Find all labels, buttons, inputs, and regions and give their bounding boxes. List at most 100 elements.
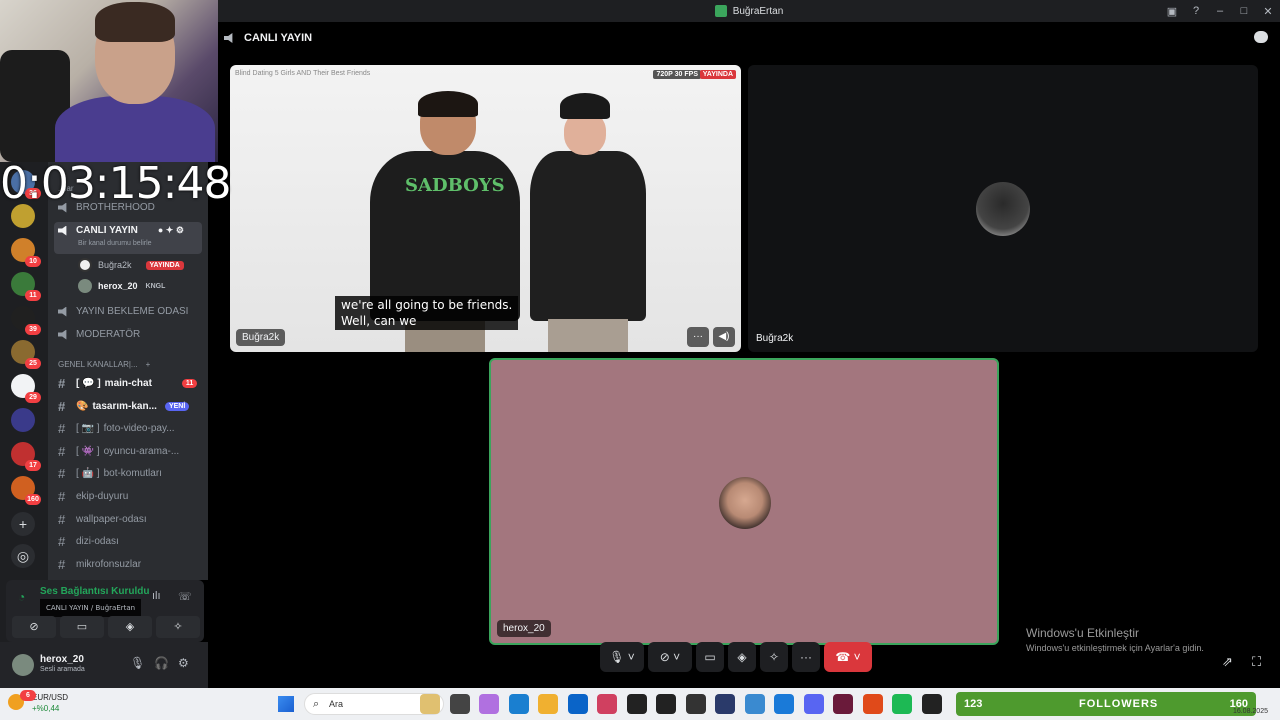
folder-icon[interactable] bbox=[538, 694, 558, 714]
streamer-name: Buğra2k bbox=[236, 329, 286, 346]
epic-games-icon[interactable] bbox=[656, 694, 676, 714]
live-badge: YAYINDA bbox=[145, 260, 184, 270]
text-channel-item[interactable]: # mikrofonsuzlar bbox=[58, 557, 141, 572]
server-icon[interactable]: 10 bbox=[11, 238, 41, 267]
activity-button[interactable]: ◈ bbox=[108, 616, 152, 638]
volume-icon[interactable]: ◀) bbox=[713, 327, 735, 347]
maximize-button[interactable]: □ bbox=[1232, 5, 1256, 17]
help-icon[interactable]: ? bbox=[1184, 5, 1208, 17]
text-channel-item[interactable]: # [ 👾 ] oyuncu-arama-... bbox=[58, 444, 179, 459]
participant-tile-speaking[interactable]: herox_20 bbox=[489, 358, 999, 645]
unread-badge: 11 bbox=[181, 379, 198, 388]
task-view-icon[interactable] bbox=[449, 694, 470, 714]
close-button[interactable]: ✕ bbox=[1256, 5, 1280, 18]
file-explorer-icon[interactable] bbox=[420, 694, 440, 714]
opera-icon[interactable] bbox=[626, 694, 647, 714]
outlook-icon[interactable] bbox=[597, 694, 617, 714]
noise-suppression-icon[interactable]: ılı bbox=[152, 590, 161, 602]
voice-channel-canli-yayin[interactable]: CANLI YAYIN ● ✦ ⚙ bbox=[58, 225, 184, 236]
username[interactable]: herox_20 bbox=[40, 654, 84, 665]
text-channel-item[interactable]: # 🎨 tasarım-kan... YENİ bbox=[58, 399, 190, 414]
hash-icon: # bbox=[58, 511, 66, 527]
microphone-icon[interactable]: 🎙 bbox=[130, 656, 145, 670]
text-channel-item[interactable]: # [ 💬 ] main-chat 11 bbox=[58, 376, 198, 391]
text-channel-item[interactable]: # ekip-duyuru bbox=[58, 489, 128, 504]
speaker-icon bbox=[58, 329, 67, 340]
fullscreen-icon[interactable]: ⛶ bbox=[1252, 654, 1261, 670]
channel-settings-icon[interactable]: ● ✦ ⚙ bbox=[158, 225, 184, 236]
voice-member[interactable]: Buğra2k YAYINDA bbox=[78, 258, 184, 272]
server-icon[interactable]: 39 bbox=[11, 306, 41, 335]
camera-button[interactable]: ⊘ ˅ bbox=[648, 642, 692, 672]
chat-bubble-icon[interactable] bbox=[1254, 31, 1268, 43]
stream-video-title: Blind Dating 5 Girls AND Their Best Frie… bbox=[235, 70, 371, 77]
stream-tile[interactable]: Blind Dating 5 Girls AND Their Best Frie… bbox=[230, 65, 741, 352]
headphones-icon[interactable]: 🎧 bbox=[154, 656, 169, 670]
camera-off-button[interactable]: ⊘ bbox=[12, 616, 56, 638]
server-icon[interactable]: 160 bbox=[11, 476, 41, 505]
server-icon[interactable]: 25 bbox=[11, 340, 41, 369]
add-server-icon[interactable]: + bbox=[11, 512, 35, 536]
discover-icon[interactable]: ◎ bbox=[11, 544, 35, 568]
more-options-icon[interactable]: ··· bbox=[687, 327, 709, 347]
channel-status[interactable]: Bir kanal durumu belirle bbox=[78, 240, 152, 247]
windows-start-icon[interactable] bbox=[278, 696, 294, 712]
voice-channel-path[interactable]: CANLI YAYIN / BuğraErtan bbox=[40, 599, 142, 617]
text-channel-item[interactable]: # wallpaper-odası bbox=[58, 512, 147, 527]
inbox-icon[interactable]: ▣ bbox=[1160, 5, 1184, 18]
voice-member[interactable]: herox_20 KNGL bbox=[78, 279, 165, 293]
pop-out-icon[interactable]: ⇗ bbox=[1222, 654, 1233, 670]
server-icon[interactable]: 11 bbox=[11, 272, 41, 301]
server-icon[interactable]: 29 bbox=[11, 374, 41, 403]
server-icon[interactable]: 17 bbox=[11, 442, 41, 471]
text-channel-item[interactable]: # [ 📷 ] foto-video-pay... bbox=[58, 421, 175, 436]
discord-icon[interactable] bbox=[803, 694, 824, 714]
channel-list: ...lar BROTHERHOOD CANLI YAYIN ● ✦ ⚙ Bir … bbox=[48, 160, 208, 580]
brave-icon[interactable] bbox=[862, 694, 883, 714]
capcut-icon[interactable] bbox=[715, 694, 735, 714]
screen-share-button[interactable]: ▭ bbox=[696, 642, 724, 672]
avatar bbox=[78, 258, 92, 272]
store-icon[interactable] bbox=[567, 694, 588, 714]
app-icon[interactable] bbox=[685, 694, 706, 714]
channel-name: foto-video-pay... bbox=[103, 423, 175, 435]
channel-name: bot-komutları bbox=[103, 468, 162, 480]
server-icon[interactable] bbox=[11, 408, 35, 432]
chrome-icon[interactable] bbox=[774, 694, 794, 714]
voice-stage: CANLI YAYIN Blind Dating 5 Girls AND The… bbox=[218, 22, 1280, 688]
avatar[interactable] bbox=[12, 654, 34, 676]
steam-icon[interactable] bbox=[744, 694, 765, 714]
microphone-button[interactable]: 🎙 ˅ bbox=[600, 642, 644, 672]
soundboard-button[interactable]: ✧ bbox=[760, 642, 788, 672]
voice-status[interactable]: Ses Bağlantısı Kuruldu bbox=[40, 586, 149, 597]
weather-widget[interactable]: 6 EUR/USD +%0,44 bbox=[8, 690, 68, 714]
disconnect-icon[interactable]: ☏ bbox=[178, 590, 192, 603]
obs-icon[interactable] bbox=[921, 694, 942, 714]
shirt-logo: SADBOYS bbox=[405, 175, 505, 196]
add-channel-icon[interactable]: + bbox=[146, 360, 151, 369]
activity-button[interactable]: ◈ bbox=[728, 642, 756, 672]
channel-emoji: 🎨 bbox=[76, 400, 89, 412]
soundboard-button[interactable]: ✧ bbox=[156, 616, 200, 638]
premiere-icon[interactable] bbox=[833, 694, 853, 714]
screen-share-button[interactable]: ▭ bbox=[60, 616, 104, 638]
participant-name: Buğra2k bbox=[756, 333, 794, 344]
disconnect-button[interactable]: ☎ ˅ bbox=[824, 642, 872, 672]
channel-emoji: [ 👾 ] bbox=[76, 445, 100, 457]
category-genel-kanallar[interactable]: GENEL KANALLAR|... + bbox=[58, 360, 150, 369]
copilot-icon[interactable] bbox=[479, 694, 499, 714]
stream-timer: 0:03:15:48 bbox=[0, 158, 231, 209]
new-badge: YENİ bbox=[164, 401, 190, 411]
voice-channel-moderator[interactable]: MODERATÖR bbox=[58, 329, 140, 340]
more-button[interactable]: ··· bbox=[792, 642, 820, 672]
activation-watermark: Windows'u Etkinleştir Windows'u etkinleş… bbox=[1026, 626, 1204, 653]
voice-channel-yayin-bekleme[interactable]: YAYIN BEKLEME ODASI bbox=[58, 306, 188, 317]
text-channel-item[interactable]: # [ 🤖 ] bot-komutları bbox=[58, 466, 162, 481]
settings-gear-icon[interactable]: ⚙ bbox=[178, 656, 189, 670]
clock-date: 16.08.2025 bbox=[1232, 708, 1268, 715]
text-channel-item[interactable]: # dizi-odası bbox=[58, 534, 119, 549]
spotify-icon[interactable] bbox=[892, 694, 912, 714]
minimize-button[interactable]: – bbox=[1208, 5, 1232, 17]
edge-icon[interactable] bbox=[508, 694, 529, 714]
participant-tile[interactable]: Buğra2k bbox=[748, 65, 1258, 352]
